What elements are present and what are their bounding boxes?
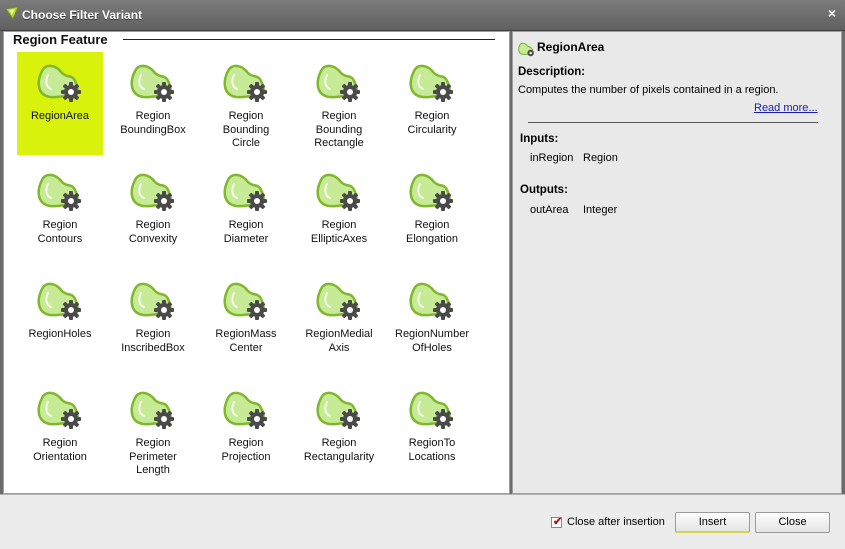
app-logo-icon (5, 6, 19, 20)
region-gear-icon (37, 282, 81, 320)
filter-tile[interactable]: RegionHoles (17, 270, 103, 373)
close-after-insertion-label[interactable]: Close after insertion (567, 516, 665, 528)
region-gear-icon (37, 173, 81, 211)
filter-tile[interactable]: Region Bounding Circle (203, 52, 289, 155)
inputs-label: Inputs: (520, 133, 559, 145)
filter-tile[interactable]: Region EllipticAxes (296, 161, 382, 264)
region-gear-icon (409, 64, 453, 102)
checkmark-icon: ✔ (553, 516, 563, 528)
filter-tile[interactable]: Region Contours (17, 161, 103, 264)
filter-tile[interactable]: Region Bounding Rectangle (296, 52, 382, 155)
region-gear-icon (223, 64, 267, 102)
filter-tile-label: Region Circularity (407, 110, 457, 136)
filter-details-panel: RegionArea Description: Computes the num… (512, 31, 842, 494)
filter-tile[interactable]: Region Circularity (389, 52, 475, 155)
filter-tile-label: Region Diameter (223, 219, 269, 245)
region-gear-icon (130, 64, 174, 102)
region-gear-icon (316, 64, 360, 102)
filter-tile-label: RegionTo Locations (408, 437, 456, 463)
region-gear-icon (409, 173, 453, 211)
region-gear-icon (316, 282, 360, 320)
filter-tile-label: Region Bounding Circle (222, 110, 270, 149)
region-gear-icon (223, 173, 267, 211)
filter-tile-label: Region Bounding Rectangle (314, 110, 364, 149)
filter-tile-label: Region Orientation (33, 437, 87, 463)
window-close-button[interactable]: × (826, 6, 838, 20)
filter-tile-label: RegionMedial Axis (305, 328, 373, 354)
description-label: Description: (518, 66, 586, 78)
filter-tile-label: Region Elongation (406, 219, 458, 245)
filter-tile-label: RegionHoles (28, 328, 92, 340)
output-name: outArea (530, 204, 569, 216)
input-type: Region (583, 152, 618, 164)
filter-tile[interactable]: Region Diameter (203, 161, 289, 264)
filter-tile[interactable]: Region Elongation (389, 161, 475, 264)
description-text: Computes the number of pixels contained … (518, 84, 779, 96)
region-gear-icon (409, 391, 453, 429)
filter-tile[interactable]: RegionMass Center (203, 270, 289, 373)
window-title: Choose Filter Variant (22, 8, 143, 22)
read-more-link[interactable]: Read more... (754, 102, 818, 114)
filter-tile-label: RegionArea (30, 110, 90, 122)
filter-tile[interactable]: RegionMedial Axis (296, 270, 382, 373)
dialog-footer: ✔ Close after insertion Insert Close (0, 494, 845, 549)
close-after-insertion-checkbox[interactable]: ✔ (551, 516, 563, 528)
region-gear-icon (130, 391, 174, 429)
filter-variant-list: Region Feature RegionArea Region Bounding… (3, 31, 510, 494)
close-button[interactable]: Close (755, 512, 830, 533)
filter-tile-label: Region BoundingBox (120, 110, 186, 136)
filter-tile[interactable]: Region Orientation (17, 379, 103, 482)
filter-tile[interactable]: Region InscribedBox (110, 270, 196, 373)
group-divider (123, 39, 495, 40)
filter-tile-label: Region Convexity (128, 219, 178, 245)
title-bar: Choose Filter Variant × (0, 0, 845, 31)
input-name: inRegion (530, 152, 574, 164)
filter-tile-label: Region InscribedBox (121, 328, 185, 354)
group-header: Region Feature (13, 32, 495, 48)
filter-tile[interactable]: Region Convexity (110, 161, 196, 264)
filter-tile-label: Region Rectangularity (303, 437, 375, 463)
filter-tile-label: RegionMass Center (215, 328, 277, 354)
region-gear-icon (37, 391, 81, 429)
filter-tile[interactable]: RegionTo Locations (389, 379, 475, 482)
filter-tile[interactable]: Region BoundingBox (110, 52, 196, 155)
region-gear-icon (316, 173, 360, 211)
region-gear-icon (130, 282, 174, 320)
outputs-label: Outputs: (520, 184, 568, 196)
filter-tile[interactable]: RegionArea (17, 52, 103, 155)
output-type: Integer (583, 204, 618, 216)
filter-tile-label: Region Projection (221, 437, 271, 463)
filter-tile-label: Region EllipticAxes (310, 219, 368, 245)
region-gear-icon (223, 391, 267, 429)
filter-tile[interactable]: Region Projection (203, 379, 289, 482)
region-gear-icon (316, 391, 360, 429)
filter-tile-label: Region Perimeter Length (129, 437, 177, 476)
filter-tile-label: Region Contours (37, 219, 83, 245)
region-gear-icon (223, 282, 267, 320)
filter-tile[interactable]: Region Perimeter Length (110, 379, 196, 482)
region-filter-icon (518, 42, 534, 57)
insert-button[interactable]: Insert (675, 512, 750, 533)
region-gear-icon (37, 64, 81, 102)
filter-tile[interactable]: RegionNumber OfHoles (389, 270, 475, 373)
region-gear-icon (130, 173, 174, 211)
filter-tile-label: RegionNumber OfHoles (395, 328, 469, 354)
details-divider (528, 122, 818, 123)
details-title: RegionArea (537, 40, 605, 54)
group-title: Region Feature (13, 32, 112, 47)
filter-tile[interactable]: Region Rectangularity (296, 379, 382, 482)
region-gear-icon (409, 282, 453, 320)
